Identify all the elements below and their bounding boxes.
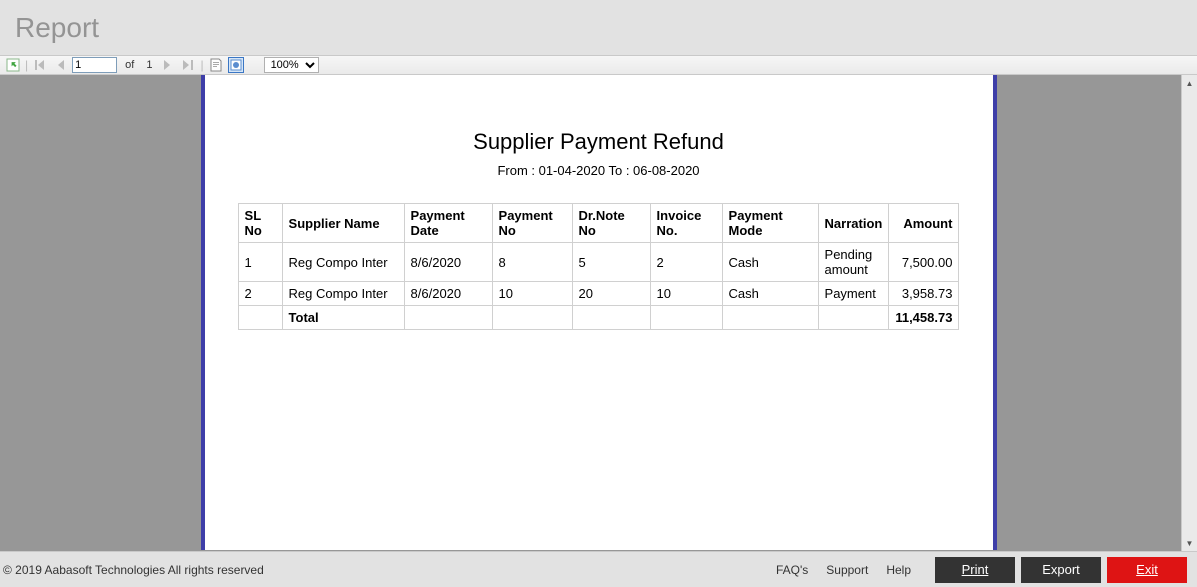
page-setup-icon[interactable] [208,57,224,73]
help-link[interactable]: Help [886,563,911,577]
table-cell: 20 [572,282,650,306]
table-cell [238,306,282,330]
report-page: Supplier Payment Refund From : 01-04-202… [201,75,997,550]
last-page-icon[interactable] [180,57,196,73]
zoom-select[interactable]: 100% [264,57,319,73]
page-number-input[interactable] [72,57,117,73]
export-button[interactable]: Export [1021,557,1101,583]
table-cell: 10 [650,282,722,306]
table-cell: Reg Compo Inter [282,282,404,306]
table-cell: 8 [492,243,572,282]
table-cell: Total [282,306,404,330]
col-slno: SL No [238,204,282,243]
table-header-row: SL No Supplier Name Payment Date Payment… [238,204,959,243]
table-cell: 8/6/2020 [404,282,492,306]
report-viewport: Supplier Payment Refund From : 01-04-202… [0,75,1197,551]
col-invoice: Invoice No. [650,204,722,243]
print-button[interactable]: Print [935,557,1015,583]
refresh-icon[interactable] [5,57,21,73]
table-cell [650,306,722,330]
table-cell: Cash [722,282,818,306]
table-cell: 10 [492,282,572,306]
table-cell: Payment [818,282,889,306]
table-cell: 8/6/2020 [404,243,492,282]
table-cell: 1 [238,243,282,282]
footer-bar: © 2019 Aabasoft Technologies All rights … [0,551,1197,587]
window-header: Report [0,0,1197,55]
table-cell [572,306,650,330]
col-narration: Narration [818,204,889,243]
next-page-icon[interactable] [160,57,176,73]
support-link[interactable]: Support [826,563,868,577]
scroll-up-icon[interactable]: ▲ [1182,75,1197,91]
col-supplier: Supplier Name [282,204,404,243]
exit-button[interactable]: Exit [1107,557,1187,583]
copyright-text: © 2019 Aabasoft Technologies All rights … [3,563,264,577]
table-cell [492,306,572,330]
table-cell: 2 [238,282,282,306]
report-date-range: From : 01-04-2020 To : 06-08-2020 [205,163,993,178]
page-total: 1 [142,59,156,71]
report-table: SL No Supplier Name Payment Date Payment… [238,203,960,330]
col-payno: Payment No [492,204,572,243]
print-layout-icon[interactable] [228,57,244,73]
of-label: of [121,59,138,71]
table-cell [404,306,492,330]
page-title: Report [15,12,99,44]
table-cell [818,306,889,330]
table-cell: 11,458.73 [889,306,959,330]
col-mode: Payment Mode [722,204,818,243]
col-amount: Amount [889,204,959,243]
table-row: 2Reg Compo Inter8/6/2020102010CashPaymen… [238,282,959,306]
table-cell [722,306,818,330]
scroll-down-icon[interactable]: ▼ [1182,535,1197,551]
prev-page-icon[interactable] [52,57,68,73]
table-total-row: Total 11,458.73 [238,306,959,330]
faqs-link[interactable]: FAQ's [776,563,808,577]
table-row: 1Reg Compo Inter8/6/2020852CashPending a… [238,243,959,282]
col-drnote: Dr.Note No [572,204,650,243]
report-toolbar: | of 1 | 100% [0,55,1197,75]
col-date: Payment Date [404,204,492,243]
table-cell: Cash [722,243,818,282]
table-cell: 7,500.00 [889,243,959,282]
first-page-icon[interactable] [32,57,48,73]
table-cell: 5 [572,243,650,282]
table-cell: Reg Compo Inter [282,243,404,282]
table-cell: 3,958.73 [889,282,959,306]
table-cell: Pending amount [818,243,889,282]
vertical-scrollbar[interactable]: ▲ ▼ [1181,75,1197,551]
report-title: Supplier Payment Refund [205,129,993,155]
table-cell: 2 [650,243,722,282]
